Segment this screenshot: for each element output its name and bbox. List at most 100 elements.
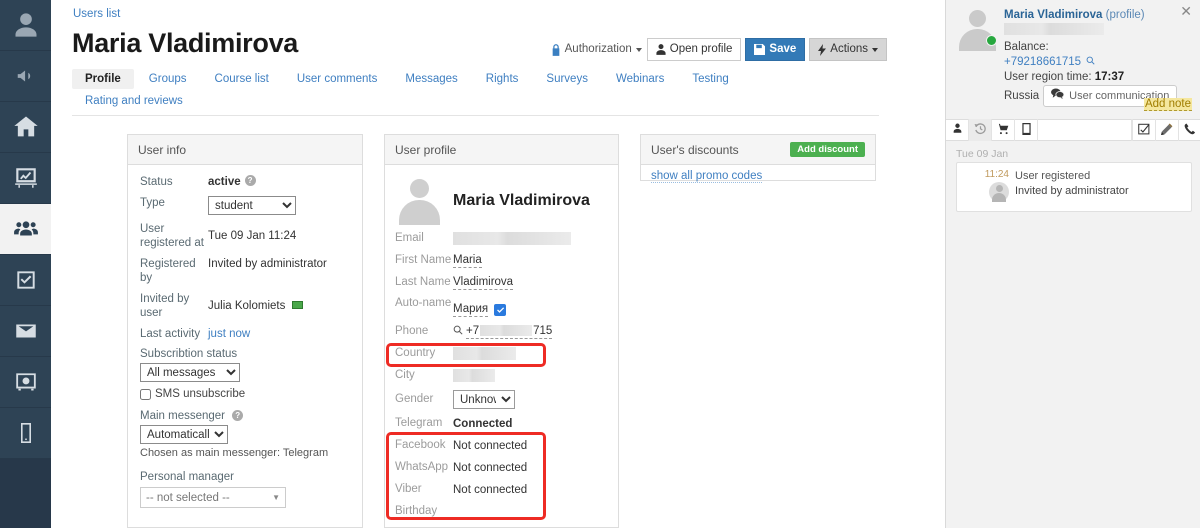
timeline-event[interactable]: 11:24 User registered Invited by adminis… [956, 162, 1192, 212]
open-profile-button[interactable]: Open profile [646, 38, 742, 61]
auto-name-row: Auto-name Мария [395, 297, 608, 317]
messenger-label: Viber [395, 483, 422, 495]
sidebar-item-megaphone[interactable] [0, 51, 51, 102]
show-all-promo-codes-link[interactable]: show all promo codes [651, 170, 763, 183]
rp-user-name[interactable]: Maria Vladimirova [1004, 9, 1102, 21]
breadcrumb-users-list[interactable]: Users list [73, 8, 120, 20]
sidebar-item-users[interactable] [0, 204, 51, 255]
sidebar-item-safe[interactable] [0, 357, 51, 408]
tab-surveys[interactable]: Surveys [533, 69, 601, 89]
users-icon [13, 216, 39, 242]
birthday-value[interactable] [453, 505, 473, 519]
add-task-button[interactable] [1132, 119, 1155, 141]
header-action-buttons: Authorization Open profile Save Actions [542, 38, 887, 61]
country-value[interactable] [453, 346, 516, 361]
authorization-label: Authorization [564, 42, 632, 55]
save-button[interactable]: Save [745, 38, 806, 61]
phone-row: Phone +7 715 [395, 324, 608, 339]
user-info-panel-header: User info [128, 135, 362, 165]
subscription-label: Subscribtion status [140, 348, 238, 360]
sidebar-item-analytics[interactable] [0, 153, 51, 204]
actions-button[interactable]: Actions [809, 38, 887, 61]
tab-orders[interactable] [992, 119, 1015, 141]
type-select[interactable]: student [208, 196, 296, 215]
redacted-city [453, 368, 495, 382]
main-messenger-label: Main messenger [140, 410, 226, 422]
tab-person[interactable] [946, 119, 969, 141]
tab-bar: Profile Groups Course list User comments Mes… [72, 69, 862, 113]
first-name-label: First Name [395, 254, 452, 266]
messenger-status: Not connected [453, 439, 528, 452]
search-icon[interactable] [453, 325, 463, 338]
email-label: Email [395, 232, 424, 244]
main-content: Users list Maria Vladimirova Authorizati… [51, 0, 945, 528]
last-name-value[interactable]: Vladimirova [453, 276, 514, 290]
invited-by-label: Invited by user [140, 293, 190, 319]
phone-value[interactable]: +7 715 [466, 325, 553, 339]
event-subtitle: Invited by administrator [1015, 185, 1129, 197]
chat-icon [1051, 88, 1065, 104]
tab-groups[interactable]: Groups [136, 69, 200, 89]
first-name-row: First Name Maria [395, 253, 608, 268]
toolbar-spacer [1038, 119, 1132, 141]
phone-label: Phone [395, 325, 429, 337]
tab-rights[interactable]: Rights [473, 69, 532, 89]
city-row: City [395, 368, 608, 383]
search-icon[interactable] [1086, 56, 1095, 68]
sms-unsubscribe-checkbox[interactable] [140, 388, 151, 400]
sms-unsubscribe-row[interactable]: SMS unsubscribe [140, 388, 350, 400]
messenger-status: Not connected [453, 461, 528, 474]
chevron-down-icon [872, 47, 878, 52]
discounts-body: show all promo codes [641, 165, 875, 186]
chart-icon [13, 165, 39, 191]
main-messenger-select[interactable]: Automatically [140, 425, 228, 444]
sidebar-item-mail[interactable] [0, 306, 51, 357]
city-label: City [395, 369, 415, 381]
user-info-title: User info [138, 142, 187, 157]
gender-select[interactable]: Unknown [453, 390, 515, 409]
avatar [989, 182, 1009, 202]
tab-devices[interactable] [1015, 119, 1038, 141]
tab-profile[interactable]: Profile [72, 69, 134, 89]
close-icon[interactable]: ✕ [1180, 4, 1192, 18]
invited-by-value[interactable]: Julia Kolomiets [208, 300, 285, 312]
city-value[interactable] [453, 368, 495, 383]
first-name-value[interactable]: Maria [453, 254, 482, 268]
tab-rating-and-reviews[interactable]: Rating and reviews [72, 91, 196, 111]
tab-course-list[interactable]: Course list [202, 69, 282, 89]
sidebar-item-home[interactable] [0, 102, 51, 153]
discounts-panel-header: User's discounts Add discount [641, 135, 875, 165]
event-title: User registered [1015, 170, 1091, 182]
call-button[interactable] [1178, 119, 1200, 141]
type-row: Type student [140, 196, 350, 215]
add-note-button[interactable]: Add note [1143, 98, 1192, 111]
personal-manager-select[interactable]: -- not selected -- ▼ [140, 487, 286, 508]
sidebar-item-mobile[interactable] [0, 408, 51, 459]
sidebar-item-tasks[interactable] [0, 255, 51, 306]
tab-history[interactable] [969, 119, 992, 141]
phone-icon [1184, 123, 1196, 138]
registered-by-value: Invited by administrator [208, 258, 327, 270]
auto-name-checkbox[interactable] [494, 304, 507, 316]
authorization-button[interactable]: Authorization [542, 38, 647, 61]
tab-messages[interactable]: Messages [392, 69, 470, 89]
auto-name-value[interactable]: Мария [453, 303, 489, 317]
tasks-icon [13, 267, 39, 293]
add-discount-button[interactable]: Add discount [790, 141, 865, 158]
subscription-select[interactable]: All messages [140, 363, 240, 382]
help-icon[interactable]: ? [232, 410, 244, 421]
email-value[interactable] [453, 231, 571, 246]
tab-webinars[interactable]: Webinars [603, 69, 677, 89]
registered-at-label: User registered at [140, 223, 204, 249]
last-activity-value[interactable]: just now [208, 327, 250, 341]
edit-button[interactable] [1155, 119, 1178, 141]
tab-testing[interactable]: Testing [679, 69, 741, 89]
rp-profile-link[interactable]: (profile) [1106, 9, 1145, 21]
right-panel-toolbar [946, 119, 1200, 141]
help-icon[interactable]: ? [244, 175, 256, 186]
tab-user-comments[interactable]: User comments [284, 69, 391, 89]
registered-by-label: Registered by [140, 258, 196, 284]
sidebar-item-account[interactable] [0, 0, 51, 51]
redacted-email [453, 231, 571, 245]
rp-phone[interactable]: +79218661715 [1004, 56, 1081, 68]
